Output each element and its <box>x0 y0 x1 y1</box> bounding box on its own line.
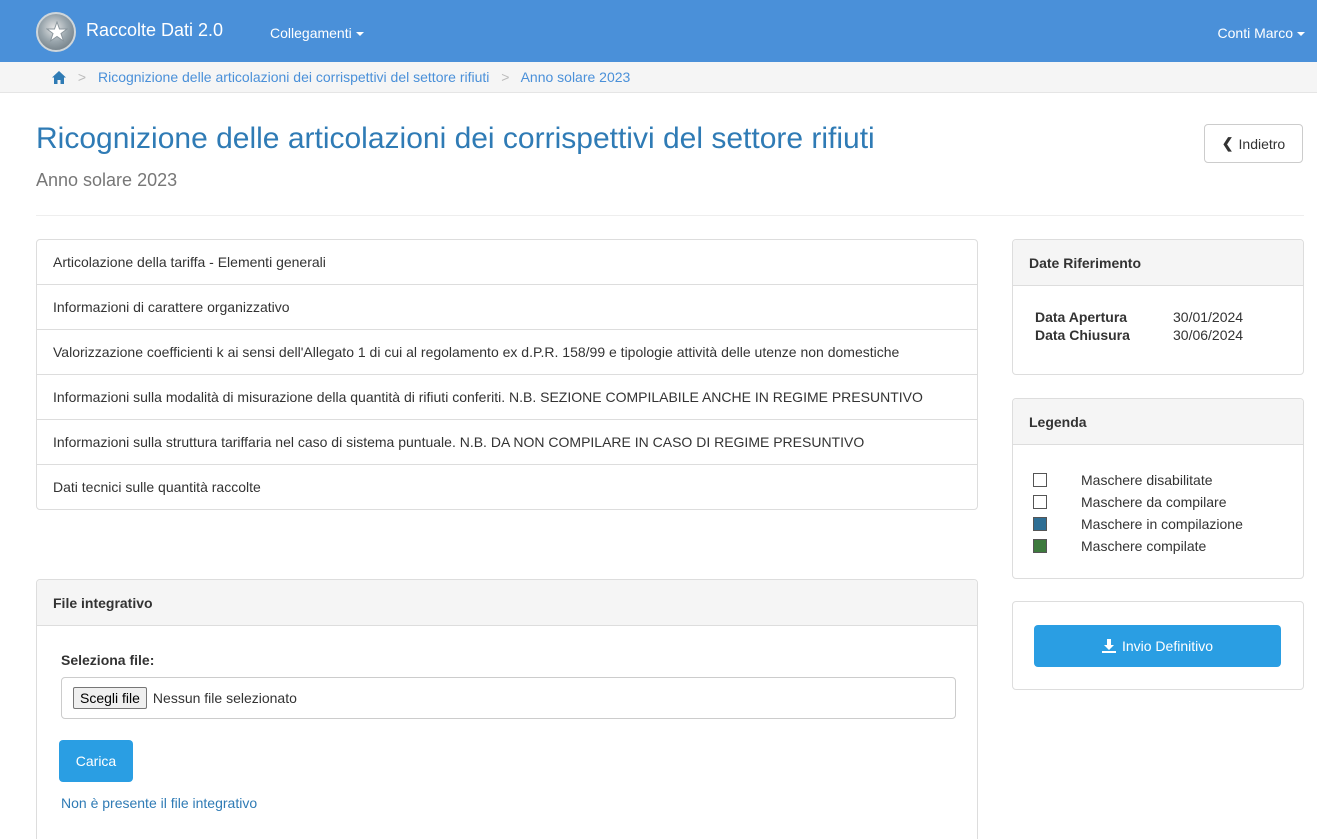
caret-down-icon <box>355 32 364 37</box>
section-item-tariff-structure[interactable]: Informazioni sulla struttura tariffaria … <box>37 420 977 465</box>
legend-swatch-in-progress <box>1033 517 1047 531</box>
opening-date-row: Data Apertura 30/01/2024 <box>1035 308 1281 326</box>
legend-swatch-completed <box>1033 539 1047 553</box>
final-submit-button[interactable]: Invio Definitivo <box>1034 625 1281 667</box>
header-divider <box>36 215 1304 216</box>
breadcrumb-item-year[interactable]: Anno solare 2023 <box>521 69 631 85</box>
choose-file-button[interactable]: Scegli file <box>73 687 147 709</box>
legend-swatch-to-fill <box>1033 495 1047 509</box>
links-dropdown-label: Collegamenti <box>270 25 352 41</box>
section-item-technical-data[interactable]: Dati tecnici sulle quantità raccolte <box>37 465 977 509</box>
file-input[interactable]: Scegli file Nessun file selezionato <box>61 677 956 719</box>
emblem-logo-icon <box>36 12 76 52</box>
top-navbar: Raccolte Dati 2.0 Collegamenti Conti Mar… <box>0 0 1317 62</box>
legend-item: Maschere disabilitate <box>1033 469 1283 491</box>
breadcrumb-separator: > <box>77 69 87 85</box>
legend-label: Maschere compilate <box>1081 538 1207 554</box>
file-panel-heading: File integrativo <box>37 580 977 626</box>
page-title: Ricognizione delle articolazioni dei cor… <box>36 122 875 155</box>
download-icon <box>1101 639 1116 653</box>
home-icon[interactable] <box>52 71 66 87</box>
closing-date-value: 30/06/2024 <box>1173 327 1244 343</box>
caret-down-icon <box>1297 32 1305 37</box>
back-button-label: Indietro <box>1238 135 1286 152</box>
file-integrative-panel: File integrativo Seleziona file: Scegli … <box>36 579 978 839</box>
final-submit-label: Invio Definitivo <box>1121 638 1214 654</box>
section-item-organizational-info[interactable]: Informazioni di carattere organizzativo <box>37 285 977 330</box>
opening-date-label: Data Apertura <box>1035 309 1128 325</box>
upload-button[interactable]: Carica <box>59 740 133 782</box>
section-item-k-coefficients[interactable]: Valorizzazione coefficienti k ai sensi d… <box>37 330 977 375</box>
section-item-measurement-info[interactable]: Informazioni sulla modalità di misurazio… <box>37 375 977 420</box>
user-dropdown[interactable]: Conti Marco <box>1218 25 1305 41</box>
legend-label: Maschere da compilare <box>1081 494 1227 510</box>
back-button[interactable]: ❮ Indietro <box>1204 124 1303 163</box>
legend-label: Maschere disabilitate <box>1081 472 1213 488</box>
legend-swatch-disabled <box>1033 473 1047 487</box>
breadcrumb-item-survey[interactable]: Ricognizione delle articolazioni dei cor… <box>98 69 489 85</box>
legend-item: Maschere in compilazione <box>1033 513 1283 535</box>
breadcrumb-bar: > Ricognizione delle articolazioni dei c… <box>0 62 1317 93</box>
reference-dates-panel: Date Riferimento Data Apertura 30/01/202… <box>1012 239 1304 375</box>
legend-panel: Legenda Maschere disabilitate Maschere d… <box>1012 398 1304 579</box>
breadcrumb-separator: > <box>501 69 510 85</box>
app-title[interactable]: Raccolte Dati 2.0 <box>86 20 223 41</box>
links-dropdown[interactable]: Collegamenti <box>270 25 364 41</box>
user-name: Conti Marco <box>1217 25 1293 41</box>
breadcrumb: > Ricognizione delle articolazioni dei c… <box>52 69 630 87</box>
legend-item: Maschere compilate <box>1033 535 1283 557</box>
section-item-general-elements[interactable]: Articolazione della tariffa - Elementi g… <box>37 240 977 285</box>
file-select-label: Seleziona file: <box>61 652 155 668</box>
dates-panel-heading: Date Riferimento <box>1013 240 1303 286</box>
legend-item: Maschere da compilare <box>1033 491 1283 513</box>
chevron-left-icon: ❮ <box>1221 135 1234 151</box>
closing-date-row: Data Chiusura 30/06/2024 <box>1035 326 1281 344</box>
legend-panel-heading: Legenda <box>1013 399 1303 445</box>
opening-date-value: 30/01/2024 <box>1173 309 1244 325</box>
file-status-text: Non è presente il file integrativo <box>61 795 258 811</box>
sections-list: Articolazione della tariffa - Elementi g… <box>36 239 978 510</box>
page-subtitle: Anno solare 2023 <box>36 170 178 190</box>
final-submit-panel: Invio Definitivo <box>1012 601 1304 690</box>
legend-label: Maschere in compilazione <box>1081 516 1243 532</box>
closing-date-label: Data Chiusura <box>1035 327 1130 343</box>
no-file-selected-text: Nessun file selezionato <box>152 690 297 706</box>
